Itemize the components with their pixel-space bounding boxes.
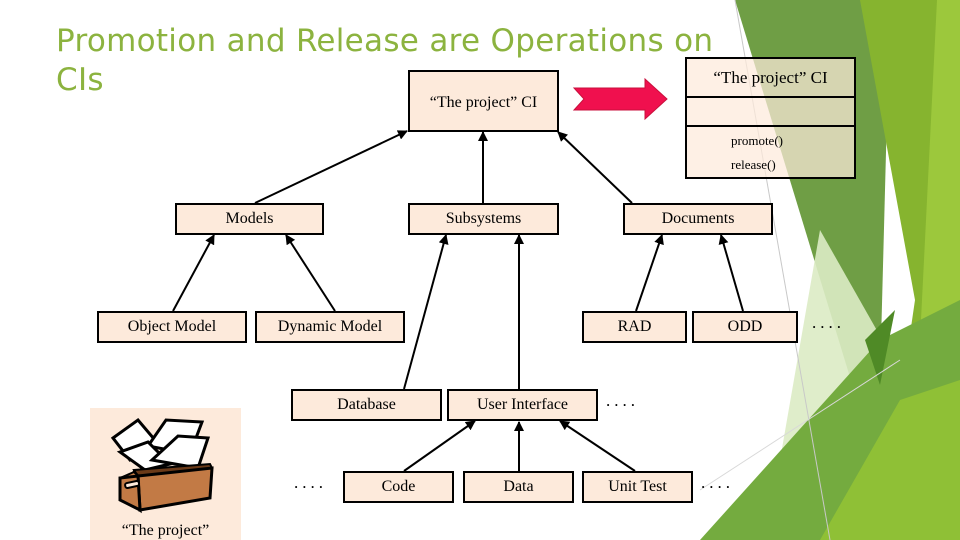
- models-label: Models: [225, 210, 274, 227]
- link-odd-to-documents: [718, 234, 744, 312]
- user-interface-label: User Interface: [476, 396, 569, 413]
- odd-label: ODD: [727, 318, 763, 335]
- rad-box: RAD: [582, 311, 687, 343]
- link-documents-to-root: [557, 131, 633, 204]
- project-ci-box: “The project” CI: [408, 70, 559, 132]
- right-arrow-icon: [572, 77, 668, 121]
- uml-class-attributes: [687, 98, 854, 127]
- object-model-label: Object Model: [127, 318, 217, 335]
- ui-more-ellipsis: ....: [606, 391, 639, 410]
- odd-box: ODD: [692, 311, 798, 343]
- data-box: Data: [463, 471, 574, 503]
- code-label: Code: [381, 478, 416, 495]
- dynamic-model-label: Dynamic Model: [277, 318, 383, 335]
- database-label: Database: [337, 396, 396, 413]
- user-interface-box: User Interface: [447, 389, 598, 421]
- link-models-to-root: [254, 130, 408, 204]
- link-unittest-to-ui: [559, 420, 636, 472]
- uml-operation-release: release(): [731, 157, 776, 172]
- rad-label: RAD: [617, 318, 652, 335]
- database-box: Database: [291, 389, 442, 421]
- subsystems-box: Subsystems: [408, 203, 559, 235]
- unit-test-label: Unit Test: [608, 478, 667, 495]
- project-picture-caption: “The project”: [121, 522, 210, 539]
- models-box: Models: [175, 203, 324, 235]
- code-box: Code: [343, 471, 454, 503]
- project-ci-label: “The project” CI: [429, 94, 538, 111]
- subsystems-label: Subsystems: [445, 210, 522, 227]
- link-code-to-ui: [403, 420, 476, 472]
- documents-label: Documents: [661, 210, 735, 227]
- dynamic-model-box: Dynamic Model: [255, 311, 405, 343]
- right-more-ellipsis: ....: [701, 473, 734, 492]
- unit-test-box: Unit Test: [582, 471, 693, 503]
- uml-class-box: “The project” CI promote() release(): [685, 57, 856, 179]
- open-box-icon: [110, 417, 214, 514]
- uml-operation-promote: promote(): [731, 133, 783, 148]
- uml-class-operations: promote() release(): [687, 127, 854, 177]
- link-rad-to-documents: [635, 234, 664, 312]
- data-label: Data: [503, 478, 534, 495]
- documents-more-ellipsis: ....: [812, 313, 845, 332]
- object-model-box: Object Model: [97, 311, 247, 343]
- project-picture: “The project”: [90, 408, 241, 540]
- documents-box: Documents: [623, 203, 773, 235]
- link-objectmodel-to-models: [172, 234, 215, 312]
- link-dynamicmodel-to-models: [285, 234, 336, 312]
- left-more-ellipsis: ....: [294, 473, 327, 492]
- uml-class-name: “The project” CI: [687, 59, 854, 98]
- link-database-to-subsystems: [403, 234, 449, 390]
